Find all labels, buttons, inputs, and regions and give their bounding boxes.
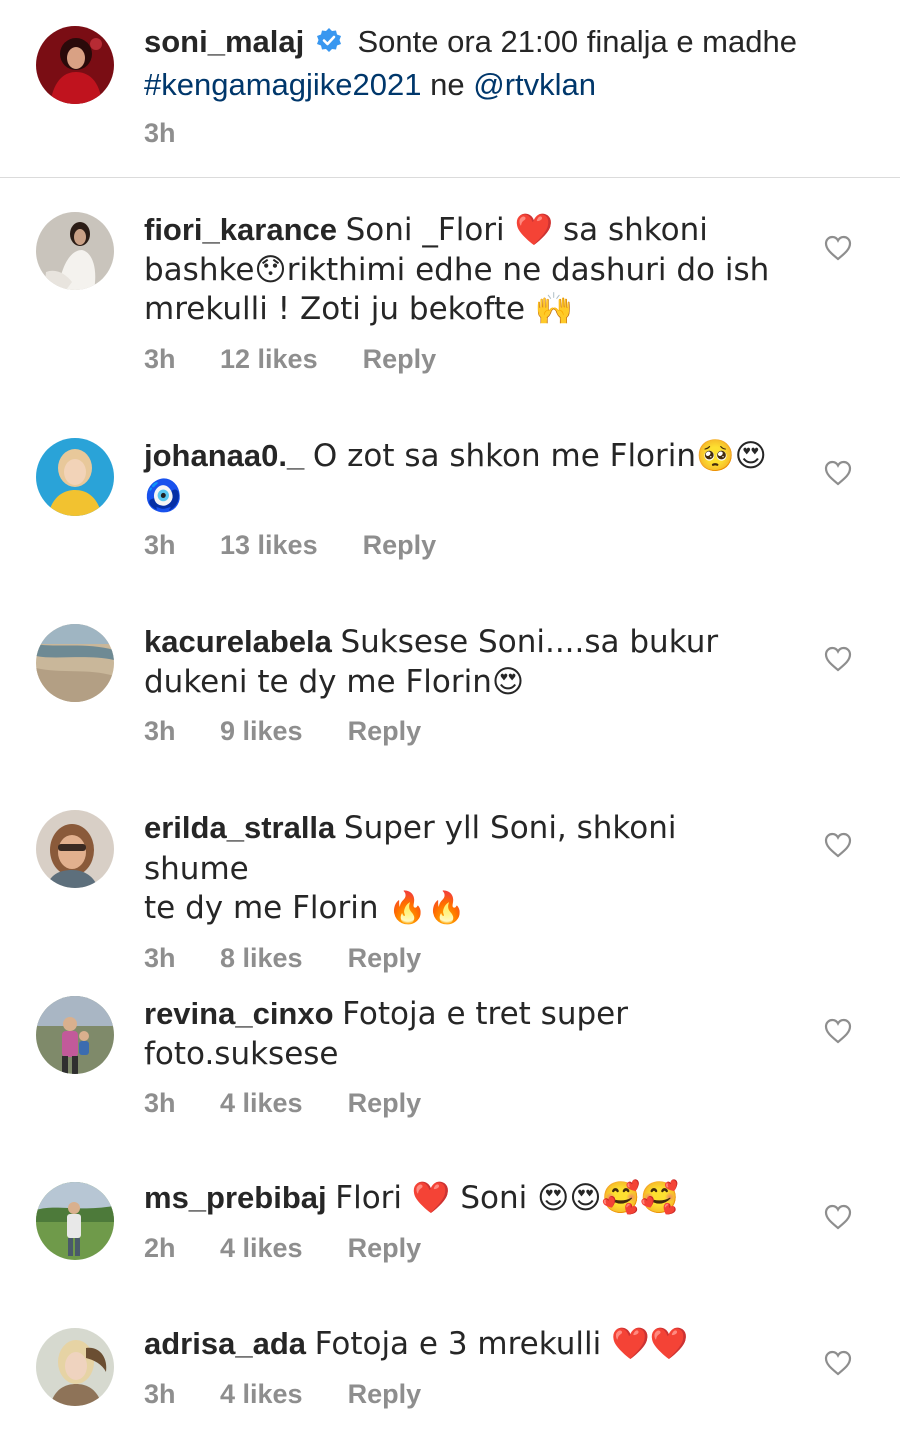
heart-outline-icon[interactable]	[824, 1350, 852, 1376]
comment-text: Flori ❤️ Soni 😍😍🥰🥰	[335, 1180, 679, 1216]
comment-text: Soni _Flori ❤️ sa shkoni	[345, 212, 708, 248]
comment-username[interactable]: ms_prebibaj	[144, 1180, 327, 1215]
post-caption: soni_malaj Sonte ora 21:00 finalja e mad…	[0, 0, 900, 178]
caption-mention[interactable]: @rtvklan	[473, 67, 596, 102]
comment-text: O zot sa shkon me Florin🥺😍	[312, 438, 767, 474]
avatar[interactable]	[36, 212, 114, 290]
comment-text: te dy me Florin 🔥🔥	[144, 890, 466, 926]
comment-username[interactable]: adrisa_ada	[144, 1326, 306, 1361]
caption-timestamp: 3h	[144, 118, 176, 148]
avatar[interactable]	[36, 1328, 114, 1406]
comment-username[interactable]: revina_cinxo	[144, 996, 334, 1031]
reply-button[interactable]: Reply	[363, 528, 437, 562]
comment-timestamp: 3h	[144, 716, 176, 746]
comment-text: Fotoja e 3 mrekulli ❤️❤️	[314, 1326, 689, 1362]
caption-username[interactable]: soni_malaj	[144, 24, 304, 59]
comment-text: Fotoja e tret super	[342, 996, 628, 1032]
caption-text-connector: ne	[421, 66, 474, 102]
comment-likes-count[interactable]: 4 likes	[220, 1086, 303, 1120]
reply-button[interactable]: Reply	[348, 1377, 422, 1411]
heart-outline-icon[interactable]	[824, 1204, 852, 1230]
comment-timestamp: 2h	[144, 1232, 176, 1263]
comment-timestamp: 3h	[144, 1088, 176, 1118]
comment-timestamp: 3h	[144, 530, 176, 560]
comment-text: foto.suksese	[144, 1035, 339, 1072]
comment-timestamp: 3h	[144, 942, 176, 973]
comment-username[interactable]: kacurelabela	[144, 624, 332, 659]
heart-outline-icon[interactable]	[824, 1018, 852, 1044]
avatar[interactable]	[36, 438, 114, 516]
comment-timestamp: 3h	[144, 1378, 176, 1409]
avatar-soni-malaj[interactable]	[36, 26, 114, 104]
comment-text: bashke😯rikthimi edhe ne dashuri do ish	[144, 251, 770, 288]
comment-likes-count[interactable]: 4 likes	[220, 1377, 303, 1411]
reply-button[interactable]: Reply	[348, 714, 422, 748]
caption-hashtag[interactable]: #kengamagjike2021	[144, 67, 422, 102]
avatar[interactable]	[36, 624, 114, 702]
comment-text: Suksese Soni....sa bukur	[340, 624, 719, 660]
reply-button[interactable]: Reply	[348, 1231, 422, 1265]
comment-likes-count[interactable]: 9 likes	[220, 714, 303, 748]
comment-likes-count[interactable]: 12 likes	[220, 342, 318, 376]
heart-outline-icon[interactable]	[824, 832, 852, 858]
avatar[interactable]	[36, 996, 114, 1074]
comment-likes-count[interactable]: 13 likes	[220, 528, 318, 562]
verified-badge-icon	[315, 25, 343, 65]
comment-username[interactable]: fiori_karance	[144, 212, 337, 247]
reply-button[interactable]: Reply	[348, 1086, 422, 1120]
comment-text: mrekulli ! Zoti ju bekofte 🙌	[144, 291, 574, 327]
comment-likes-count[interactable]: 4 likes	[220, 1231, 303, 1265]
comment-username[interactable]: johanaa0._	[144, 438, 304, 473]
heart-outline-icon[interactable]	[824, 460, 852, 486]
avatar[interactable]	[36, 810, 114, 888]
comment-likes-count[interactable]: 8 likes	[220, 941, 303, 975]
avatar[interactable]	[36, 1182, 114, 1260]
heart-outline-icon[interactable]	[824, 646, 852, 672]
heart-outline-icon[interactable]	[824, 235, 852, 261]
comment-text: 🧿	[144, 477, 183, 514]
comment-text: dukeni te dy me Florin😍	[144, 663, 525, 700]
reply-button[interactable]: Reply	[348, 941, 422, 975]
reply-button[interactable]: Reply	[363, 342, 437, 376]
comment-timestamp: 3h	[144, 343, 176, 374]
comment-username[interactable]: erilda_stralla	[144, 810, 335, 845]
caption-text: Sonte ora 21:00 finalja e madhe	[348, 24, 797, 59]
